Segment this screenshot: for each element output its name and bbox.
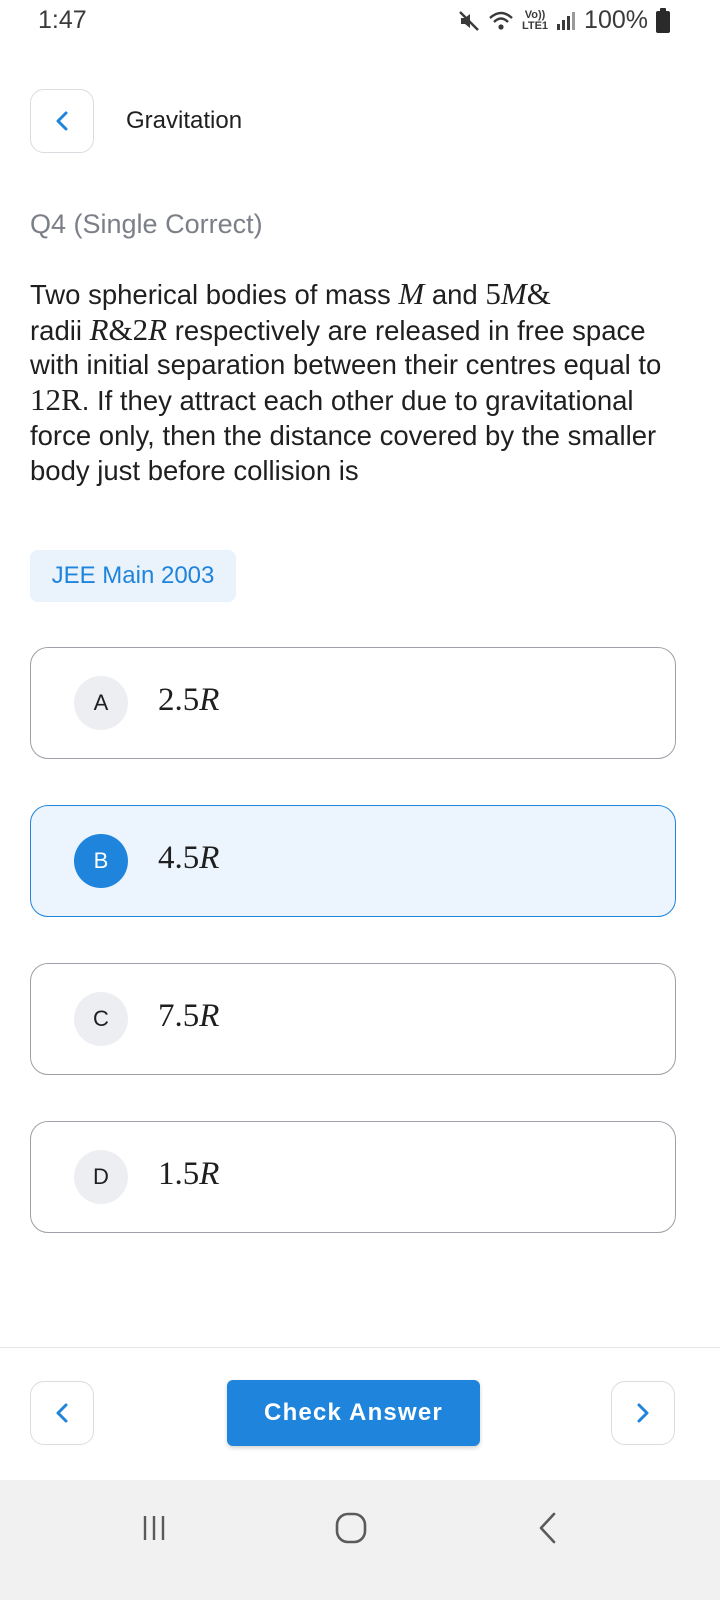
option-number: 2.5	[158, 682, 200, 718]
back-button[interactable]	[30, 89, 94, 153]
option-unit: R	[199, 682, 220, 718]
exam-tag: JEE Main 2003	[30, 550, 236, 602]
option-number: 4.5	[158, 840, 200, 876]
option-c[interactable]: C 7.5R	[30, 963, 676, 1075]
option-value: 7.5R	[158, 998, 219, 1035]
battery-percent: 100%	[584, 6, 648, 34]
option-unit: R	[199, 840, 220, 876]
chevron-left-icon	[56, 1403, 68, 1423]
option-unit: R	[199, 998, 220, 1034]
home-icon	[335, 1512, 367, 1544]
option-unit: R	[199, 1156, 220, 1192]
option-b[interactable]: B 4.5R	[30, 805, 676, 917]
question-text: Two spherical bodies of mass M and 5M& r…	[30, 276, 690, 488]
math-number: &2	[108, 311, 149, 347]
option-number: 1.5	[158, 1156, 200, 1192]
signal-icon	[557, 11, 576, 30]
page-title: Gravitation	[126, 107, 243, 134]
option-letter: C	[74, 992, 128, 1046]
next-question-button[interactable]	[611, 1381, 675, 1445]
option-value: 4.5R	[158, 840, 219, 877]
math-symbol: R	[89, 311, 109, 347]
footer-divider	[0, 1347, 720, 1348]
math-number: 12R	[30, 382, 82, 418]
status-icons: Vo)) LTE1 100%	[458, 6, 670, 35]
question-text-segment: . If they attract each other due to grav…	[30, 385, 657, 486]
mute-icon	[459, 10, 479, 31]
recent-apps-icon	[143, 1516, 165, 1540]
wifi-icon	[489, 11, 513, 30]
option-letter: D	[74, 1150, 128, 1204]
lte-top-text: Vo))	[524, 8, 546, 21]
status-time: 1:47	[38, 6, 87, 34]
lte-indicator: Vo)) LTE1	[521, 8, 549, 32]
math-symbol: M	[398, 276, 425, 311]
option-letter: B	[74, 834, 128, 888]
math-number: 5	[485, 276, 501, 311]
math-symbol: M	[500, 276, 527, 311]
back-icon	[539, 1512, 556, 1544]
option-value: 2.5R	[158, 682, 219, 719]
home-button[interactable]	[321, 1500, 381, 1556]
option-letter: A	[74, 676, 128, 730]
option-value: 1.5R	[158, 1156, 219, 1193]
question-text-segment: and	[424, 279, 486, 310]
recent-apps-button[interactable]	[124, 1500, 184, 1556]
option-a[interactable]: A 2.5R	[30, 647, 676, 759]
lte-bottom-text: LTE1	[521, 19, 549, 32]
option-number: 7.5	[158, 998, 200, 1034]
chevron-left-icon	[56, 111, 68, 131]
system-nav-bar	[0, 1480, 720, 1600]
check-answer-button[interactable]: Check Answer	[227, 1380, 480, 1446]
math-symbol: &	[526, 276, 551, 311]
question-text-segment: Two spherical bodies of mass	[30, 279, 399, 310]
question-text-segment: radii	[30, 314, 90, 346]
system-back-button[interactable]	[518, 1500, 578, 1556]
option-d[interactable]: D 1.5R	[30, 1121, 676, 1233]
battery-icon	[656, 7, 670, 33]
math-symbol: R	[148, 311, 168, 347]
previous-question-button[interactable]	[30, 1381, 94, 1445]
chevron-right-icon	[637, 1403, 649, 1423]
question-label: Q4 (Single Correct)	[30, 209, 263, 239]
